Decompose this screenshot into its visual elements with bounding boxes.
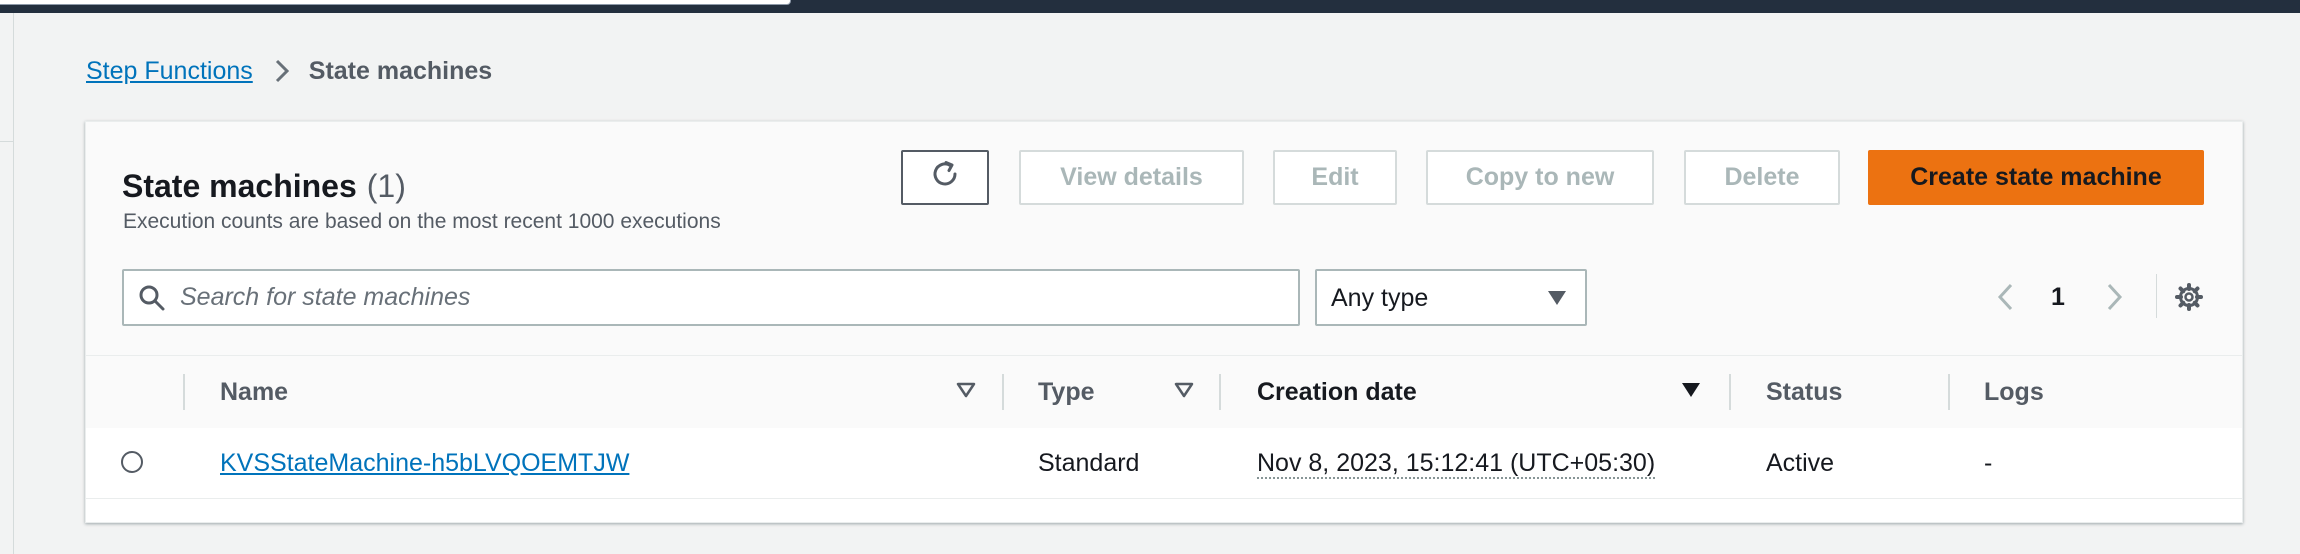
state-machine-type: Standard: [1038, 449, 1140, 477]
type-filter-value: Any type: [1331, 284, 1429, 312]
search-input[interactable]: [180, 271, 1280, 324]
edit-button[interactable]: Edit: [1273, 150, 1397, 205]
sort-icon[interactable]: [956, 382, 976, 403]
side-navigation-divider: [0, 141, 13, 142]
column-divider: [183, 374, 185, 410]
delete-button[interactable]: Delete: [1684, 150, 1840, 205]
caret-down-icon: [1547, 290, 1567, 311]
sort-icon[interactable]: [1174, 382, 1194, 403]
chevron-right-icon: [275, 59, 289, 83]
panel-header: State machines (1) Execution counts are b…: [86, 122, 2242, 355]
panel-count: (1): [366, 168, 406, 204]
create-state-machine-button[interactable]: Create state machine: [1868, 150, 2204, 205]
gear-icon[interactable]: [2174, 282, 2204, 317]
state-machine-status: Active: [1766, 449, 1835, 477]
column-divider: [1219, 374, 1221, 410]
column-divider: [1948, 374, 1950, 410]
panel-title-text: State machines: [122, 168, 357, 204]
breadcrumb: Step Functions State machines: [86, 56, 492, 86]
current-page-number[interactable]: 1: [2051, 283, 2065, 312]
top-navigation-bar: [0, 0, 2300, 13]
column-divider: [1729, 374, 1731, 410]
search-field[interactable]: [122, 269, 1300, 326]
view-details-button[interactable]: View details: [1019, 150, 1244, 205]
row-select-radio[interactable]: [121, 451, 143, 473]
state-machine-name-link[interactable]: KVSStateMachine-h5bLVQOEMTJW: [220, 449, 629, 478]
refresh-icon: [928, 157, 962, 198]
panel-title: State machines (1): [122, 168, 406, 205]
side-navigation-rail: [0, 13, 14, 554]
column-header-type[interactable]: Type: [1038, 378, 1095, 407]
column-header-name[interactable]: Name: [220, 378, 288, 407]
breadcrumb-current: State machines: [308, 56, 493, 85]
refresh-button[interactable]: [901, 150, 989, 205]
next-page-icon[interactable]: [2106, 282, 2124, 317]
type-filter-select[interactable]: Any type: [1315, 269, 1587, 326]
column-header-status[interactable]: Status: [1766, 378, 1842, 407]
column-header-logs[interactable]: Logs: [1984, 378, 2044, 407]
global-search-bar-edge[interactable]: [0, 0, 791, 5]
sort-descending-icon[interactable]: [1681, 382, 1701, 403]
previous-page-icon[interactable]: [1996, 282, 2014, 317]
state-machine-creation-date: Nov 8, 2023, 15:12:41 (UTC+05:30): [1257, 449, 1656, 479]
column-divider: [1002, 374, 1004, 410]
copy-to-new-button[interactable]: Copy to new: [1426, 150, 1654, 205]
panel-description: Execution counts are based on the most r…: [123, 210, 721, 233]
table-row: KVSStateMachine-h5bLVQOEMTJW Standard No…: [86, 428, 2242, 499]
pagination-divider: [2156, 274, 2157, 318]
column-header-creation-date[interactable]: Creation date: [1257, 378, 1417, 407]
breadcrumb-step-functions-link[interactable]: Step Functions: [86, 57, 253, 86]
state-machine-logs: -: [1984, 449, 1993, 477]
search-icon: [138, 284, 166, 317]
table-header: Name Type Creation date Status Logs: [86, 355, 2242, 429]
state-machines-panel: State machines (1) Execution counts are b…: [85, 121, 2243, 523]
